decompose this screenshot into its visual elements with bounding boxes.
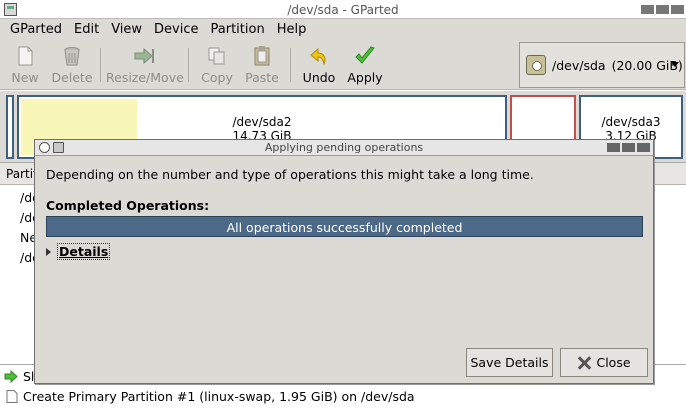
window-titlebar: /dev/sda - GParted xyxy=(0,0,686,19)
new-document-icon xyxy=(14,45,36,67)
close-window-icon[interactable] xyxy=(671,5,684,14)
partition-name-sda3: /dev/sda3 xyxy=(601,115,661,129)
paste-clipboard-icon xyxy=(251,45,273,67)
apply-button[interactable]: Apply xyxy=(344,45,386,85)
paste-button[interactable]: Paste xyxy=(240,45,284,85)
new-button[interactable]: New xyxy=(4,45,46,85)
apply-label: Apply xyxy=(347,70,383,85)
device-name: /dev/sda xyxy=(552,57,606,73)
undo-arrow-icon xyxy=(308,45,330,67)
partition-name-sda2: /dev/sda2 xyxy=(232,115,292,129)
window-controls xyxy=(641,5,684,14)
toolbar-separator xyxy=(188,48,189,82)
trash-icon xyxy=(61,45,83,67)
dialog-title: Applying pending operations xyxy=(264,141,424,154)
delete-label: Delete xyxy=(51,70,93,85)
apply-operations-dialog: Applying pending operations Depending on… xyxy=(34,139,654,384)
menu-help[interactable]: Help xyxy=(271,19,313,40)
delete-button[interactable]: Delete xyxy=(50,45,94,85)
new-label: New xyxy=(11,70,39,85)
operation-text: Sl xyxy=(23,369,35,384)
close-button[interactable]: Close xyxy=(560,348,648,377)
close-label: Close xyxy=(596,355,631,370)
dialog-description: Depending on the number and type of oper… xyxy=(46,167,534,182)
dialog-titlebar: Applying pending operations xyxy=(35,140,653,156)
expander-arrow-icon xyxy=(46,247,51,256)
copy-button[interactable]: Copy xyxy=(196,45,238,85)
list-item[interactable]: Create Primary Partition #1 (linux-swap,… xyxy=(4,389,415,404)
menu-device[interactable]: Device xyxy=(148,19,204,40)
close-window-icon[interactable] xyxy=(637,143,650,152)
menu-edit[interactable]: Edit xyxy=(68,19,105,40)
checkmark-icon xyxy=(354,45,376,67)
details-expander[interactable]: Details xyxy=(46,243,111,260)
minimize-icon[interactable] xyxy=(641,5,654,14)
new-partition-icon xyxy=(4,390,19,403)
resize-move-button[interactable]: Resize/Move xyxy=(106,45,184,85)
maximize-icon[interactable] xyxy=(622,143,635,152)
resize-move-label: Resize/Move xyxy=(106,70,184,85)
undo-button[interactable]: Undo xyxy=(298,45,340,85)
maximize-icon[interactable] xyxy=(656,5,669,14)
copy-label: Copy xyxy=(201,70,233,85)
progress-bar: All operations successfully completed xyxy=(46,216,643,237)
toolbar-separator xyxy=(100,48,101,82)
close-icon xyxy=(577,356,591,370)
dialog-window-controls xyxy=(607,143,650,152)
save-details-label: Save Details xyxy=(470,355,549,370)
menu-bar: GParted Edit View Device Partition Help xyxy=(0,19,686,40)
window-title: /dev/sda - GParted xyxy=(287,3,399,17)
save-details-button[interactable]: Save Details xyxy=(466,348,553,377)
resize-operation-icon xyxy=(4,369,19,384)
progress-text: All operations successfully completed xyxy=(226,220,463,235)
copy-icon xyxy=(206,45,228,67)
resize-arrow-icon xyxy=(133,45,155,67)
hard-disk-icon xyxy=(526,55,546,75)
toolbar-separator xyxy=(290,48,291,82)
toolbar: New Delete Resize/Move Copy Paste Undo A… xyxy=(0,40,686,90)
operation-text: Create Primary Partition #1 (linux-swap,… xyxy=(23,389,415,404)
menu-view[interactable]: View xyxy=(105,19,148,40)
dropdown-arrow-icon xyxy=(671,62,679,67)
minimize-icon[interactable] xyxy=(607,143,620,152)
partition-block-sda1[interactable] xyxy=(6,95,14,159)
menu-gparted[interactable]: GParted xyxy=(4,19,68,40)
details-label: Details xyxy=(57,243,111,260)
undo-label: Undo xyxy=(302,70,336,85)
completed-operations-label: Completed Operations: xyxy=(46,198,210,213)
device-selector[interactable]: /dev/sda (20.00 GiB) xyxy=(519,42,685,88)
list-item[interactable]: Sl xyxy=(4,369,34,384)
paste-label: Paste xyxy=(245,70,279,85)
menu-partition[interactable]: Partition xyxy=(205,19,271,40)
